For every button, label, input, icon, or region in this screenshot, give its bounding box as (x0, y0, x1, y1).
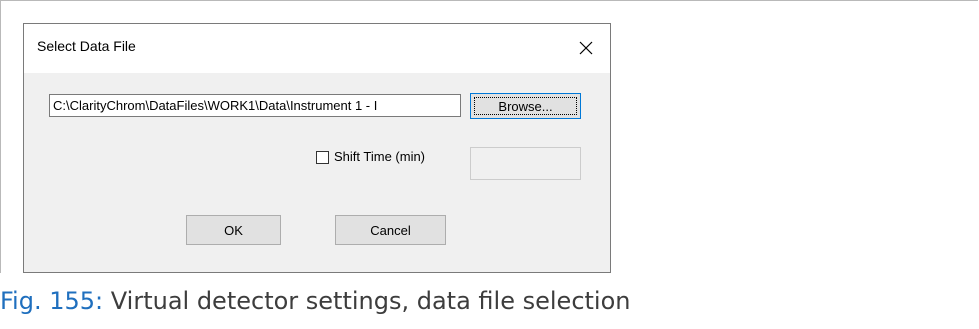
dialog-title: Select Data File (37, 38, 136, 54)
focus-ring (474, 97, 577, 115)
dialog-titlebar: Select Data File (24, 24, 610, 73)
browse-button[interactable]: Browse... (470, 93, 581, 119)
cancel-button[interactable]: Cancel (335, 215, 446, 245)
ok-button-label: OK (224, 222, 243, 238)
close-icon (579, 41, 593, 55)
shift-time-label[interactable]: Shift Time (min) (334, 149, 425, 164)
figure-caption-text: Virtual detector settings, data file sel… (110, 287, 631, 315)
shift-time-checkbox[interactable] (316, 151, 329, 164)
cancel-button-label: Cancel (370, 222, 411, 238)
shift-time-input (470, 147, 581, 180)
figure-caption: Fig. 155: Virtual detector settings, dat… (0, 287, 630, 315)
ok-button[interactable]: OK (186, 215, 281, 245)
figure-number: Fig. 155: (0, 287, 104, 315)
file-path-input[interactable]: C:\ClarityChrom\DataFiles\WORK1\Data\Ins… (49, 94, 461, 117)
select-data-file-dialog: Select Data File C:\ClarityChrom\DataFil… (23, 23, 611, 273)
close-button[interactable] (566, 28, 606, 68)
